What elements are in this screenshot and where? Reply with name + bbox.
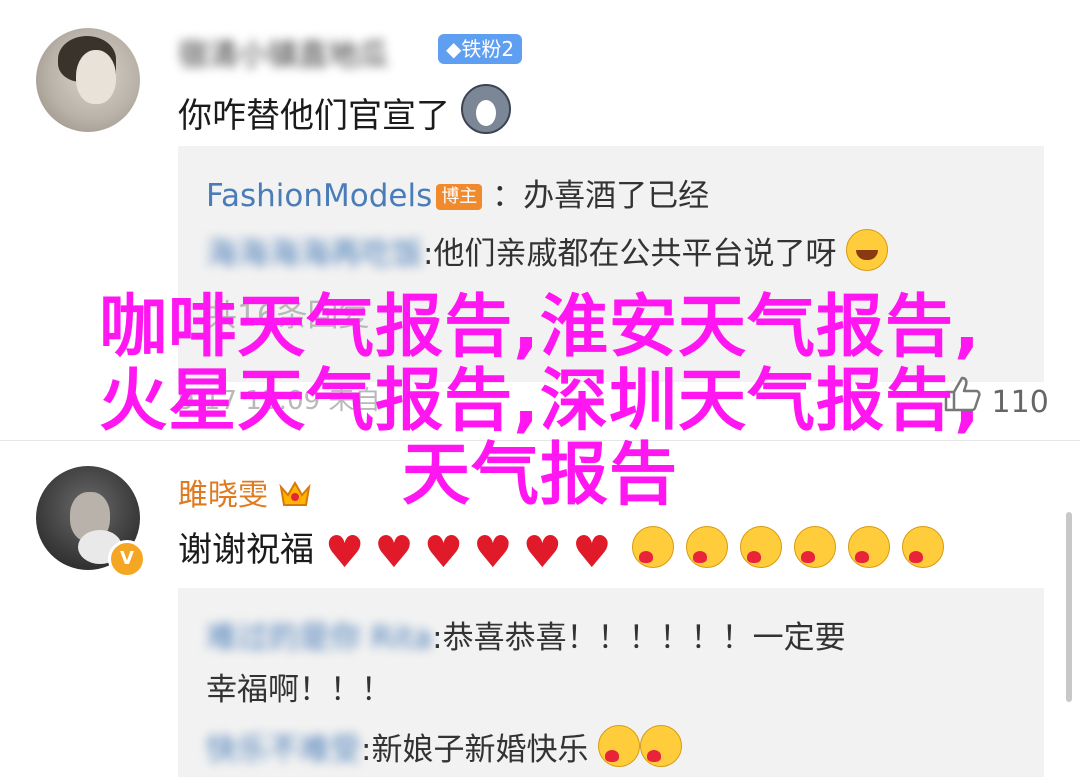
avatar[interactable] (36, 28, 140, 132)
reply-user-link[interactable]: 海海海海再吃饭 (206, 236, 423, 272)
husky-emoji-icon (460, 84, 511, 134)
reply-text: 恭喜恭喜！！！！！！一定要 (442, 620, 846, 656)
comment-text: 谢谢祝福 ♥ ♥ ♥ ♥ ♥ ♥ (178, 522, 945, 578)
comment-text-content: 谢谢祝福 (178, 530, 314, 570)
reply-text: 新娘子新婚快乐 (371, 732, 589, 768)
reply-text-continued: 幸福啊！！！ (206, 672, 392, 708)
overlay-title-line-3: 天气报告 (401, 436, 678, 515)
reply-row: 快乐不难受:新娘子新婚快乐 (206, 724, 683, 769)
comment-username[interactable]: 宿清小镇直地瓜 (178, 30, 388, 74)
kiss-emoji-icon (902, 526, 945, 568)
reply-separator: : (423, 236, 434, 272)
reply-text: 办喜酒了已经 (523, 178, 710, 214)
verified-icon: V (108, 540, 146, 578)
avatar-face (76, 50, 116, 104)
reply-row: 海海海海再吃饭:他们亲戚都在公共平台说了呀 (206, 228, 889, 273)
kiss-emoji-icon (598, 725, 641, 767)
reply-text: 他们亲戚都在公共平台说了呀 (433, 236, 837, 272)
reply-user-link[interactable]: FashionModels (206, 178, 432, 214)
heart-icon: ♥ (374, 527, 414, 578)
reply-row: FashionModels 博主 ：办喜酒了已经 (206, 170, 709, 215)
overlay-title-line-1: 咖啡天气报告,淮安天气报告, (99, 288, 981, 367)
reply-user-link[interactable]: 难过的是你 Rita (206, 620, 432, 656)
comment-text: 你咋替他们官宣了 (178, 84, 511, 137)
kiss-emoji-icon (848, 526, 891, 568)
kiss-emoji-icon (640, 725, 683, 767)
reply-separator: ： (492, 178, 524, 214)
fan-badge-label: 铁粉2 (461, 37, 515, 61)
author-badge: 博主 (436, 184, 483, 210)
kiss-emoji-icon (794, 526, 837, 568)
laugh-emoji-icon (846, 229, 889, 271)
heart-icon: ♥ (522, 527, 563, 578)
fan-badge: ◆铁粉2 (438, 34, 523, 64)
reply-row: 难过的是你 Rita:恭喜恭喜！！！！！！一定要 (206, 612, 846, 657)
kiss-emoji-icon (740, 526, 783, 568)
heart-icon: ♥ (572, 527, 612, 578)
comment-text-content: 你咋替他们官宣了 (178, 96, 450, 136)
kiss-emoji-icon (686, 526, 729, 568)
kiss-emoji-icon (632, 526, 675, 568)
heart-icon: ♥ (324, 527, 365, 578)
reply-separator: : (432, 620, 443, 656)
overlay-title-line-2: 火星天气报告,深圳天气报告, (99, 362, 981, 441)
scrollbar[interactable] (1066, 512, 1072, 702)
reply-separator: : (361, 732, 372, 768)
heart-icon: ♥ (473, 527, 513, 578)
reply-user-link[interactable]: 快乐不难受 (206, 732, 361, 768)
heart-icon: ♥ (423, 527, 464, 578)
